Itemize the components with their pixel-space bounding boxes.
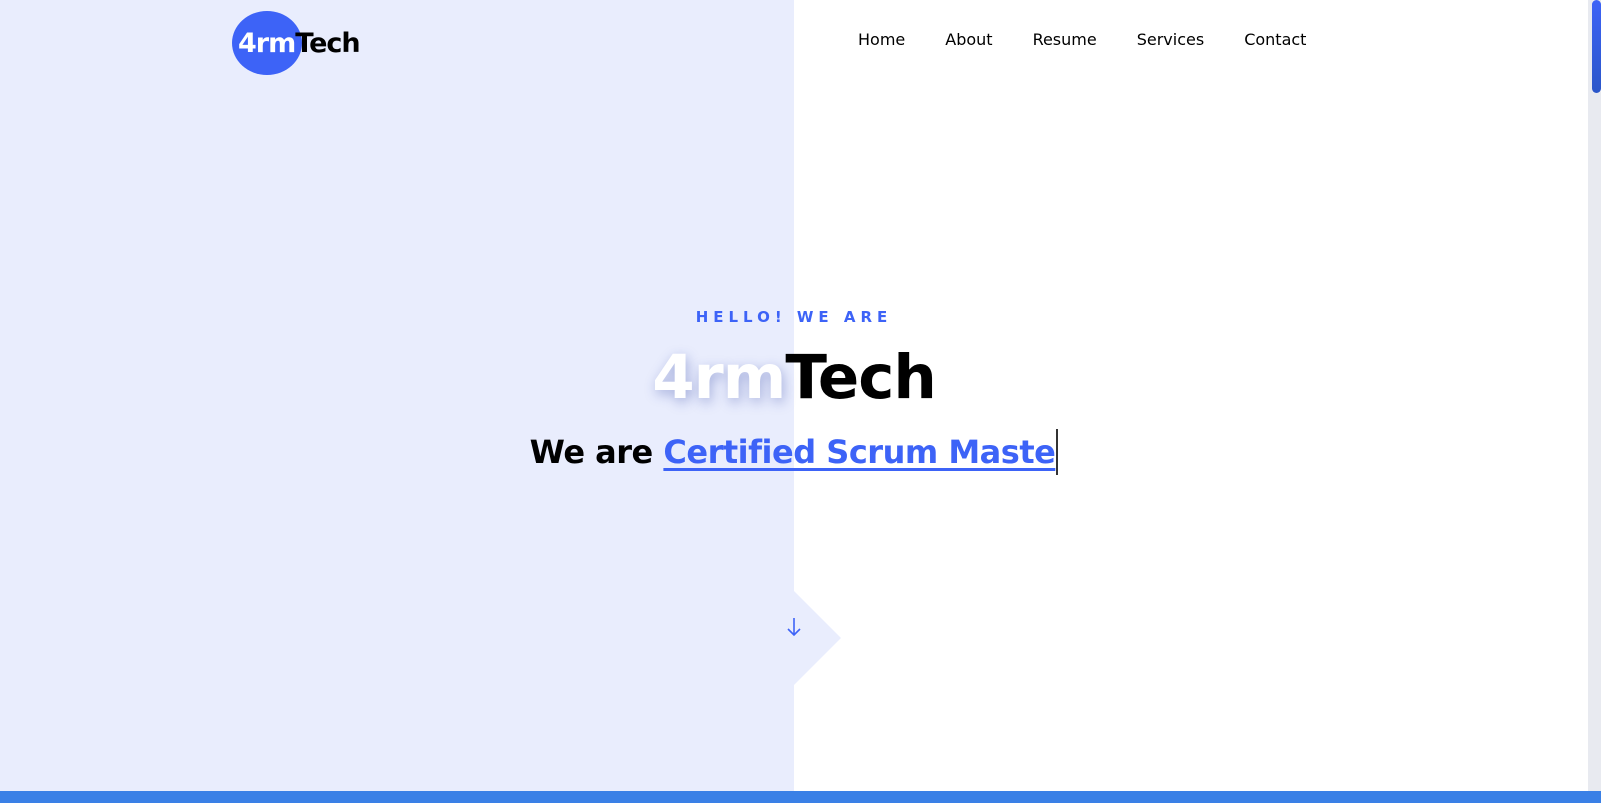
hero-title-part2: Tech (785, 342, 936, 413)
logo-text-part1: 4rm (238, 27, 296, 59)
main-nav: Home About Resume Services Contact (858, 28, 1346, 52)
nav-services[interactable]: Services (1137, 28, 1204, 52)
typing-caret (1056, 429, 1059, 475)
nav-contact[interactable]: Contact (1244, 28, 1306, 52)
hero-title-part1: 4rm (652, 342, 786, 413)
nav-resume[interactable]: Resume (1033, 28, 1097, 52)
logo[interactable]: 4rmTech (232, 11, 361, 75)
logo-text: 4rmTech (232, 27, 361, 59)
bottom-bar (0, 791, 1601, 803)
scrollbar-thumb[interactable] (1592, 0, 1601, 93)
scroll-diamond (794, 591, 841, 685)
nav-home[interactable]: Home (858, 28, 905, 52)
hero-subtitle-typed[interactable]: Certified Scrum Maste (663, 433, 1055, 471)
logo-text-part2: Tech (295, 27, 360, 59)
scrollbar-track[interactable] (1588, 0, 1601, 791)
nav-about[interactable]: About (945, 28, 992, 52)
arrow-down-icon[interactable] (786, 616, 802, 638)
hero-subtitle-prefix: We are (529, 433, 664, 471)
page: 4rmTech Home About Resume Services Conta… (0, 0, 1601, 803)
hero-title: 4rmTech (0, 336, 1588, 420)
hero-eyebrow: HELLO! WE ARE (695, 308, 893, 326)
hero-subtitle: We are Certified Scrum Maste (0, 428, 1588, 477)
